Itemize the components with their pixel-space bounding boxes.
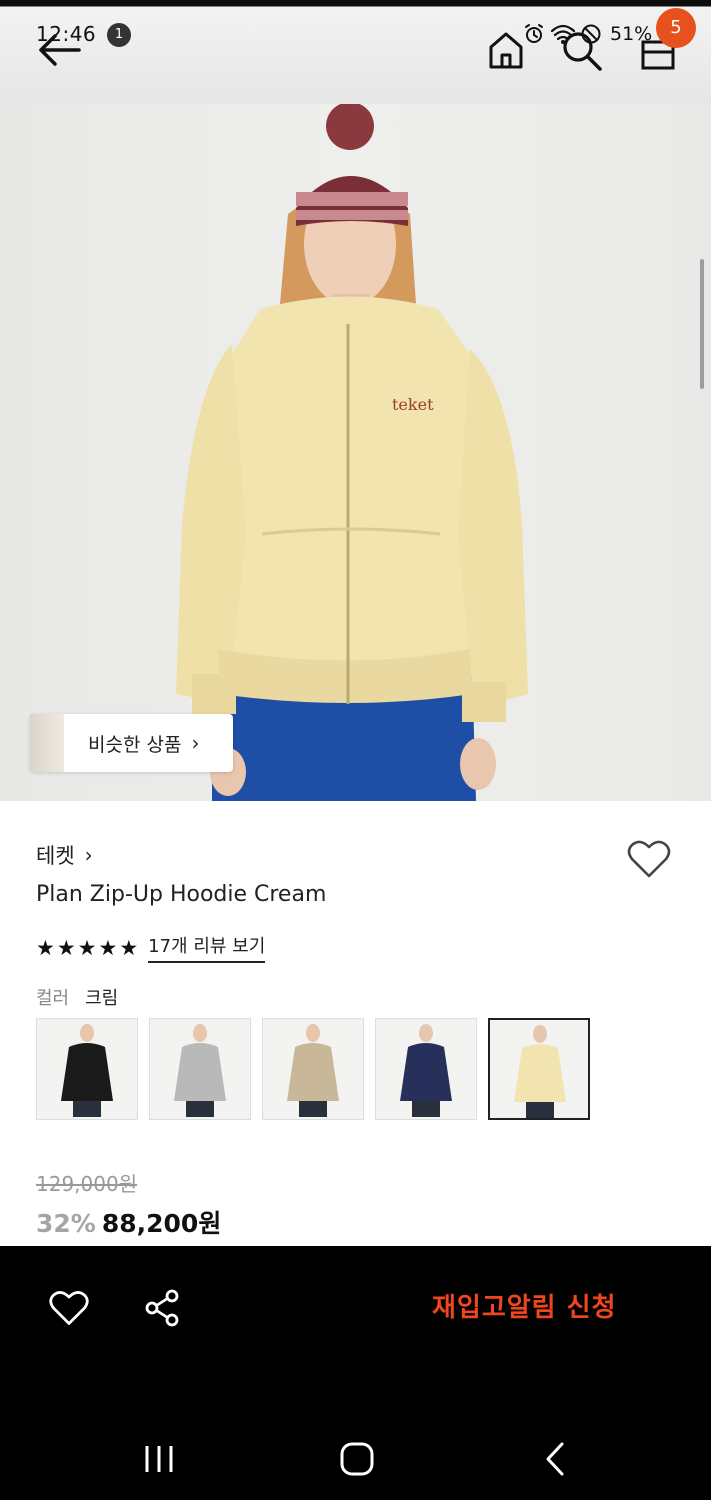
wishlist-button[interactable] [626, 838, 672, 880]
color-row: 컬러 크림 [36, 984, 118, 1010]
star-icon: ★ [36, 935, 55, 960]
discount-rate: 32% [36, 1209, 96, 1238]
color-swatch-navy-gray[interactable] [375, 1018, 477, 1120]
restock-alert-button[interactable]: 재입고알림 신청 [432, 1287, 617, 1324]
back-button[interactable] [36, 30, 82, 70]
review-link[interactable]: 17개 리뷰 보기 [148, 932, 266, 963]
chevron-left-icon [546, 1442, 564, 1476]
original-price: 129,000원 [36, 1172, 138, 1196]
price-row: 32% 88,200원 [36, 1204, 221, 1240]
search-icon [563, 32, 602, 71]
brand-name: 테켓 [36, 844, 75, 868]
similar-product-thumbnail [30, 714, 64, 772]
image-scroll-indicator [700, 259, 704, 389]
sale-price: 88,200원 [101, 1209, 222, 1238]
swatch-model-image [514, 1025, 566, 1118]
arrow-left-icon [39, 34, 81, 66]
product-image[interactable]: teket [0, 104, 711, 801]
heart-outline-icon [49, 1291, 89, 1325]
swatch-model-image [174, 1024, 226, 1117]
recent-apps-button[interactable] [142, 1442, 176, 1476]
bottom-wishlist-button[interactable] [48, 1288, 90, 1328]
color-swatch-black[interactable] [36, 1018, 138, 1120]
star-icon: ★ [56, 935, 76, 960]
cart-count-badge: 5 [656, 8, 696, 48]
notification-count-badge: 1 [107, 23, 131, 47]
product-name: Plan Zip-Up Hoodie Cream [36, 882, 327, 907]
color-swatch-list [36, 1018, 590, 1120]
share-icon [145, 1289, 179, 1327]
heart-outline-icon [627, 840, 671, 878]
share-button[interactable] [142, 1288, 182, 1328]
top-bar [0, 0, 711, 104]
chevron-right-icon: › [191, 731, 200, 755]
color-swatch-beige-black[interactable] [262, 1018, 364, 1120]
home-icon [489, 32, 523, 69]
home-rounded-square-icon [340, 1442, 374, 1476]
system-back-button[interactable] [540, 1440, 570, 1478]
color-swatch-gray[interactable] [149, 1018, 251, 1120]
color-label: 컬러 [36, 988, 70, 1009]
home-button[interactable] [486, 28, 526, 72]
rating-stars: ★ ★ ★ ★ ★ [36, 935, 138, 961]
swatch-model-image [400, 1024, 452, 1117]
recent-apps-icon [145, 1446, 173, 1472]
star-icon: ★ [77, 935, 97, 960]
brand-link[interactable]: 테켓 › [36, 840, 93, 870]
rating-row: ★ ★ ★ ★ ★ 17개 리뷰 보기 [36, 932, 266, 963]
similar-products-button[interactable]: 비슷한 상품 › [30, 714, 233, 772]
search-button[interactable] [560, 28, 602, 72]
swatch-model-image [287, 1024, 339, 1117]
color-swatch-cream[interactable] [488, 1018, 590, 1120]
chevron-right-icon: › [84, 843, 93, 867]
system-home-button[interactable] [338, 1440, 376, 1478]
similar-products-label: 비슷한 상품 [88, 733, 182, 756]
color-value: 크림 [85, 988, 119, 1009]
swatch-model-image [61, 1024, 113, 1117]
star-icon: ★ [98, 935, 118, 960]
svg-text:teket: teket [392, 395, 434, 414]
star-icon: ★ [119, 935, 139, 960]
model-photo: teket [176, 104, 528, 801]
